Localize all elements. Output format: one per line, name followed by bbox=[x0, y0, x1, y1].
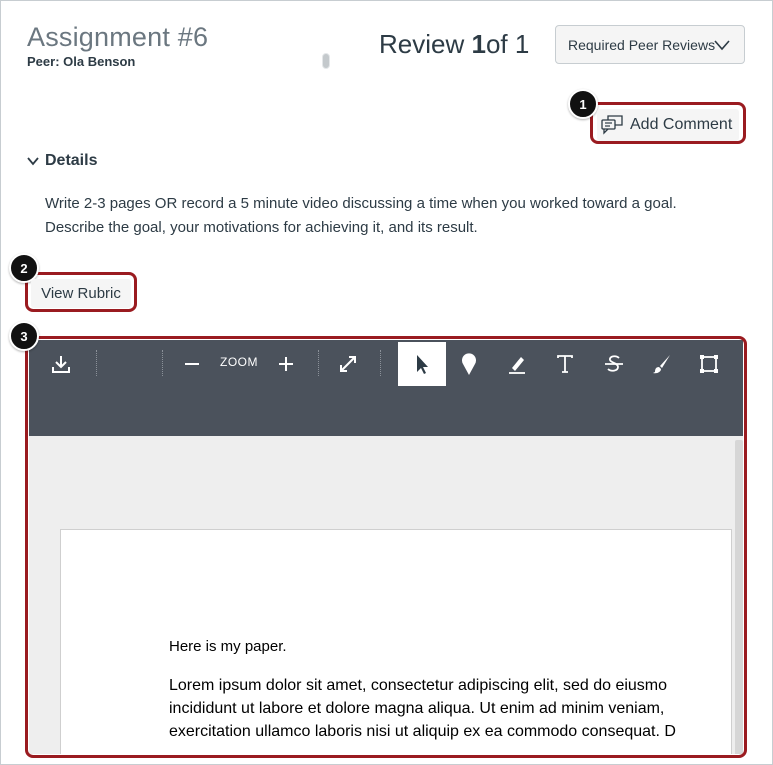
callout-badge-1: 1 bbox=[568, 89, 598, 119]
assignment-title: Assignment #6 bbox=[27, 22, 209, 52]
description-line: Write 2-3 pages OR record a 5 minute vid… bbox=[45, 195, 677, 212]
chevron-down-icon bbox=[27, 157, 39, 166]
details-label: Details bbox=[45, 152, 98, 169]
review-prefix: Review bbox=[379, 29, 465, 59]
add-comment-label: Add Comment bbox=[630, 116, 733, 133]
chevron-down-icon bbox=[714, 40, 730, 51]
peer-review-select[interactable]: Required Peer Reviews bbox=[555, 25, 745, 64]
comment-icon bbox=[601, 115, 623, 135]
review-suffix: of 1 bbox=[485, 29, 530, 59]
peer-review-select-value: Required Peer Reviews bbox=[568, 36, 716, 53]
assignment-description: Write 2-3 pages OR record a 5 minute vid… bbox=[45, 192, 745, 240]
callout-badge-3: 3 bbox=[9, 321, 39, 351]
description-line: Describe the goal, your motivations for … bbox=[45, 219, 478, 236]
peer-name: Peer: Ola Benson bbox=[27, 54, 136, 69]
review-counter: Review 1of 1 bbox=[379, 29, 529, 60]
details-toggle[interactable]: Details bbox=[26, 152, 97, 170]
highlight-document-viewer bbox=[25, 336, 747, 758]
view-rubric-button[interactable]: View Rubric bbox=[31, 279, 131, 308]
scroll-handle[interactable] bbox=[322, 53, 330, 69]
add-comment-button[interactable]: Add Comment bbox=[597, 109, 739, 141]
review-current: 1 bbox=[471, 29, 486, 59]
peer-review-page: Assignment #6 Peer: Ola Benson Review 1o… bbox=[0, 0, 773, 765]
